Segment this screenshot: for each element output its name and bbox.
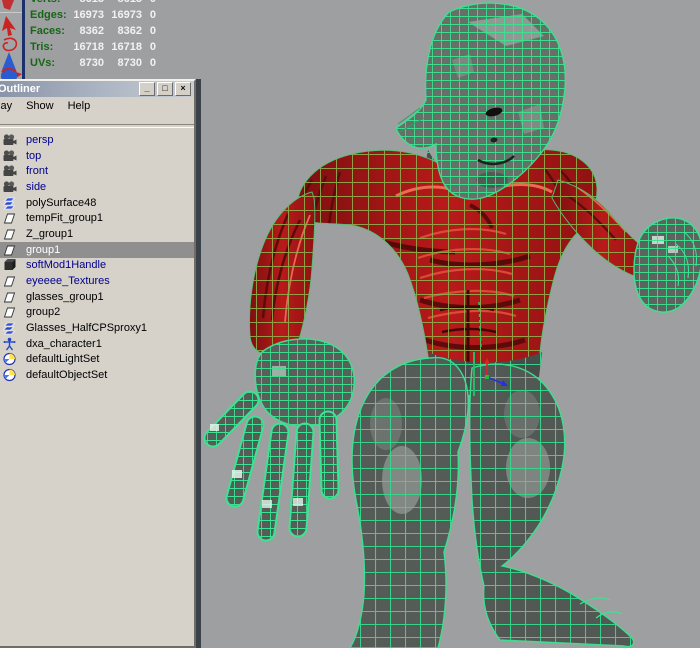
hud-value-total: 16973 [70, 7, 104, 23]
outliner-window: Outliner _ □ × Display Show Help persp top fro… [0, 79, 196, 648]
hud-value-component: 0 [142, 23, 156, 39]
partial-tool-icon[interactable] [2, 0, 14, 10]
hud-value-component: 0 [142, 39, 156, 55]
outliner-item-top[interactable]: top [0, 148, 194, 164]
camera-icon [2, 133, 17, 147]
window-buttons: _ □ × [139, 82, 191, 96]
outliner-list: persp top front side polySurface48 tempFit_gr… [0, 132, 194, 383]
hud-value-total: 8362 [70, 23, 104, 39]
outliner-item-Z_group1[interactable]: Z_group1 [0, 226, 194, 242]
list-divider [0, 124, 194, 128]
outliner-item-polySurface48[interactable]: polySurface48 [0, 195, 194, 211]
maximize-button[interactable]: □ [157, 82, 173, 96]
hud-value-total: 8730 [70, 55, 104, 71]
set-icon [2, 368, 17, 382]
outliner-item-label: front [26, 165, 48, 177]
outliner-item-label: dxa_character1 [26, 338, 102, 350]
select-arrow-icon[interactable] [2, 16, 16, 36]
hud-value-selected: 8730 [104, 55, 142, 71]
hud-value-selected: 16973 [104, 7, 142, 23]
outliner-item-defaultLightSet[interactable]: defaultLightSet [0, 352, 194, 368]
outliner-item-group1[interactable]: group1 [0, 242, 194, 258]
outliner-item-label: group1 [26, 244, 60, 256]
hud-label: Tris: [30, 39, 70, 55]
transform-group-icon [2, 211, 17, 225]
character-icon [2, 337, 17, 351]
transform-group-icon [2, 290, 17, 304]
lasso-icon[interactable] [3, 38, 16, 50]
outliner-item-label: group2 [26, 306, 60, 318]
outliner-item-label: persp [26, 134, 54, 146]
outliner-item-label: polySurface48 [26, 197, 96, 209]
hud-label: Edges: [30, 7, 70, 23]
hud-row: UVs:873087300 [30, 55, 156, 71]
hud-label: UVs: [30, 55, 70, 71]
transform-group-icon [2, 274, 17, 288]
outliner-item-label: softMod1Handle [26, 259, 106, 271]
hud-row: Tris:16718167180 [30, 39, 156, 55]
outliner-item-softMod1Handle[interactable]: softMod1Handle [0, 258, 194, 274]
panel-divider[interactable] [196, 79, 201, 648]
outliner-item-defaultObjectSet[interactable]: defaultObjectSet [0, 367, 194, 383]
hud-row: Edges:16973169730 [30, 7, 156, 23]
hud-value-total: 8615 [70, 0, 104, 7]
outliner-item-label: Z_group1 [26, 228, 73, 240]
close-icon: × [180, 83, 185, 93]
outliner-item-front[interactable]: front [0, 163, 194, 179]
hud-value-selected: 8615 [104, 0, 142, 7]
toolbox-strip [0, 0, 25, 82]
outliner-item-group2[interactable]: group2 [0, 305, 194, 321]
transform-group-icon [2, 243, 17, 257]
hud-value-component: 0 [142, 7, 156, 23]
transform-group-icon [2, 227, 17, 241]
outliner-item-eyeeee_Textures[interactable]: eyeeee_Textures [0, 273, 194, 289]
hud-value-selected: 8362 [104, 23, 142, 39]
outliner-item-label: tempFit_group1 [26, 212, 103, 224]
outliner-item-label: defaultLightSet [26, 353, 99, 365]
outliner-item-Glasses_HalfCPSproxy1[interactable]: Glasses_HalfCPSproxy1 [0, 320, 194, 336]
hud-row: Verts:861586150 [30, 0, 156, 7]
camera-icon [2, 164, 17, 178]
maya-main-window: Verts:861586150Edges:16973169730Faces:83… [0, 0, 700, 648]
outliner-item-label: glasses_group1 [26, 291, 104, 303]
outliner-item-label: top [26, 150, 41, 162]
hud-value-total: 16718 [70, 39, 104, 55]
outliner-item-glasses_group1[interactable]: glasses_group1 [0, 289, 194, 305]
camera-icon [2, 180, 17, 194]
outliner-item-dxa_character1[interactable]: dxa_character1 [0, 336, 194, 352]
outliner-item-label: side [26, 181, 46, 193]
poly-mesh-icon [2, 321, 17, 335]
minimize-icon: _ [144, 83, 149, 93]
close-button[interactable]: × [175, 82, 191, 96]
menu-show[interactable]: Show [22, 99, 58, 113]
camera-icon [2, 149, 17, 163]
outliner-item-side[interactable]: side [0, 179, 194, 195]
poly-count-hud: Verts:861586150Edges:16973169730Faces:83… [30, 0, 156, 71]
character-model[interactable] [210, 3, 700, 648]
softmod-handle-icon [2, 258, 17, 272]
hud-row: Faces:836283620 [30, 23, 156, 39]
hud-value-component: 0 [142, 0, 156, 7]
hud-value-selected: 16718 [104, 39, 142, 55]
hud-value-component: 0 [142, 55, 156, 71]
minimize-button[interactable]: _ [139, 82, 155, 96]
menu-help[interactable]: Help [64, 99, 95, 113]
transform-group-icon [2, 305, 17, 319]
hud-label: Faces: [30, 23, 70, 39]
hud-label: Verts: [30, 0, 70, 7]
set-icon [2, 352, 17, 366]
outliner-item-tempFit_group1[interactable]: tempFit_group1 [0, 210, 194, 226]
outliner-item-persp[interactable]: persp [0, 132, 194, 148]
poly-mesh-icon [2, 196, 17, 210]
outliner-item-label: eyeeee_Textures [26, 275, 110, 287]
menu-display[interactable]: Display [0, 99, 16, 113]
outliner-item-label: Glasses_HalfCPSproxy1 [26, 322, 147, 334]
outliner-item-label: defaultObjectSet [26, 369, 107, 381]
outliner-titlebar[interactable]: Outliner _ □ × [0, 81, 194, 97]
outliner-title: Outliner [0, 83, 40, 95]
maximize-icon: □ [162, 83, 167, 93]
outliner-menubar: Display Show Help [0, 97, 194, 114]
